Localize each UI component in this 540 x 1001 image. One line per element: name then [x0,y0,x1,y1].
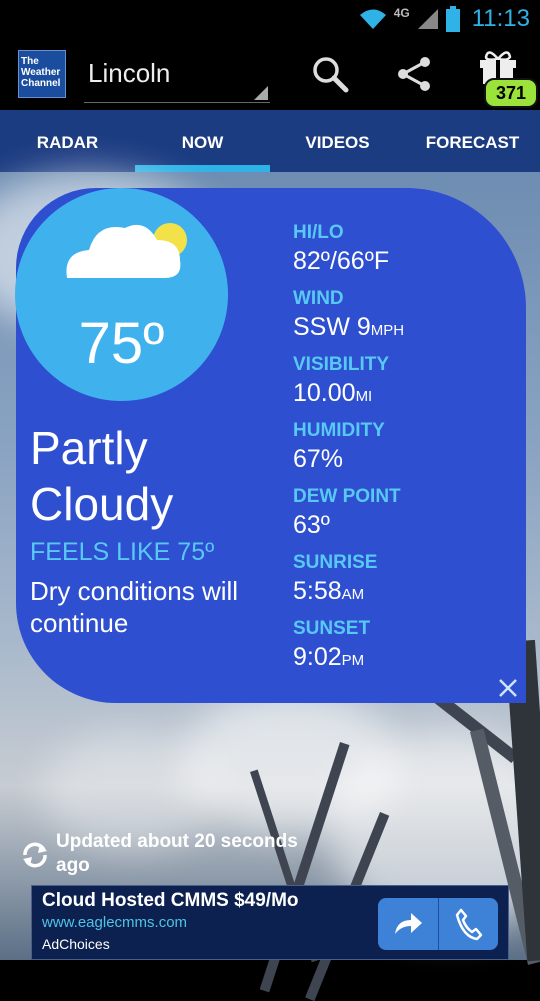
stat-unit: PM [341,652,365,669]
share-icon [398,57,430,91]
stat-label: WIND [293,288,344,309]
search-button[interactable] [308,52,352,96]
ad-choices[interactable]: AdChoices [42,936,110,952]
network-type: 4G [393,6,410,20]
status-bar: 4G 11:13 [0,0,540,38]
ad-call-button[interactable] [439,898,499,950]
stat-visibility: VISIBILITY 10.00MI [293,354,513,420]
stat-hilo: HI/LO 82º/66ºF [293,222,513,288]
stat-value: 5:58 [293,577,342,605]
city-selector[interactable]: Lincoln [88,58,170,89]
stat-dew-point: DEW POINT 63º [293,486,513,552]
phone-icon [456,908,483,941]
stat-value: 10.00 [293,379,356,407]
refresh-icon[interactable] [20,838,50,872]
battery-icon [445,6,460,32]
forward-arrow-icon [394,913,422,934]
stat-value: 63º [293,511,330,539]
signal-icon [417,9,438,29]
ad-banner[interactable]: Cloud Hosted CMMS $49/Mo www.eaglecmms.c… [31,885,509,960]
feels-like-text: FEELS LIKE 75º [30,538,215,566]
condition-text: Partly Cloudy [30,422,174,530]
ad-action-buttons [378,898,498,950]
updated-text: Updated about 20 seconds ago [56,831,298,876]
stat-value: 82º/66ºF [293,247,390,275]
wifi-icon [359,9,386,29]
close-icon[interactable] [496,676,520,700]
city-underline [84,102,270,103]
stat-label: DEW POINT [293,486,401,507]
ad-url[interactable]: www.eaglecmms.com [42,914,187,931]
ad-title[interactable]: Cloud Hosted CMMS $49/Mo [42,890,299,912]
stat-label: HI/LO [293,222,344,243]
current-temperature: 75º [78,311,165,376]
stat-wind: WIND SSW 9MPH [293,288,513,354]
tab-videos[interactable]: VIDEOS [270,110,405,172]
stat-label: HUMIDITY [293,420,385,441]
stat-label: VISIBILITY [293,354,390,375]
stats-list: HI/LO 82º/66ºF WIND SSW 9MPH VISIBILITY … [293,222,513,684]
stat-sunrise: SUNRISE 5:58AM [293,552,513,618]
stat-sunset: SUNSET 9:02PM [293,618,513,684]
stat-unit: AM [341,586,365,603]
dropdown-arrow-icon[interactable] [254,86,268,100]
tab-forecast[interactable]: FORECAST [405,110,540,172]
weather-channel-logo[interactable]: The Weather Channel [18,50,66,98]
tab-now[interactable]: NOW [135,110,270,172]
action-bar: The Weather Channel Lincoln [0,38,540,110]
stat-unit: MI [355,388,373,405]
tab-radar[interactable]: RADAR [0,110,135,172]
rewards-badge[interactable]: 371 [484,78,538,108]
ad-go-button[interactable] [378,898,439,950]
share-button[interactable] [392,52,436,96]
stat-unit: MPH [370,322,405,339]
tab-bar: RADAR NOW VIDEOS FORECAST [0,110,540,172]
search-icon [313,57,349,93]
stat-value: 67% [293,445,344,473]
partly-cloudy-icon [66,223,187,278]
stat-label: SUNRISE [293,552,378,573]
refresh-status[interactable]: Updated about 20 seconds ago [20,830,316,878]
stat-humidity: HUMIDITY 67% [293,420,513,486]
stat-value: 9:02 [293,643,342,671]
stat-label: SUNSET [293,618,371,639]
stat-value: SSW 9 [293,313,371,341]
condition-description: Dry conditions will continue [30,576,239,638]
clock: 11:13 [471,5,530,32]
